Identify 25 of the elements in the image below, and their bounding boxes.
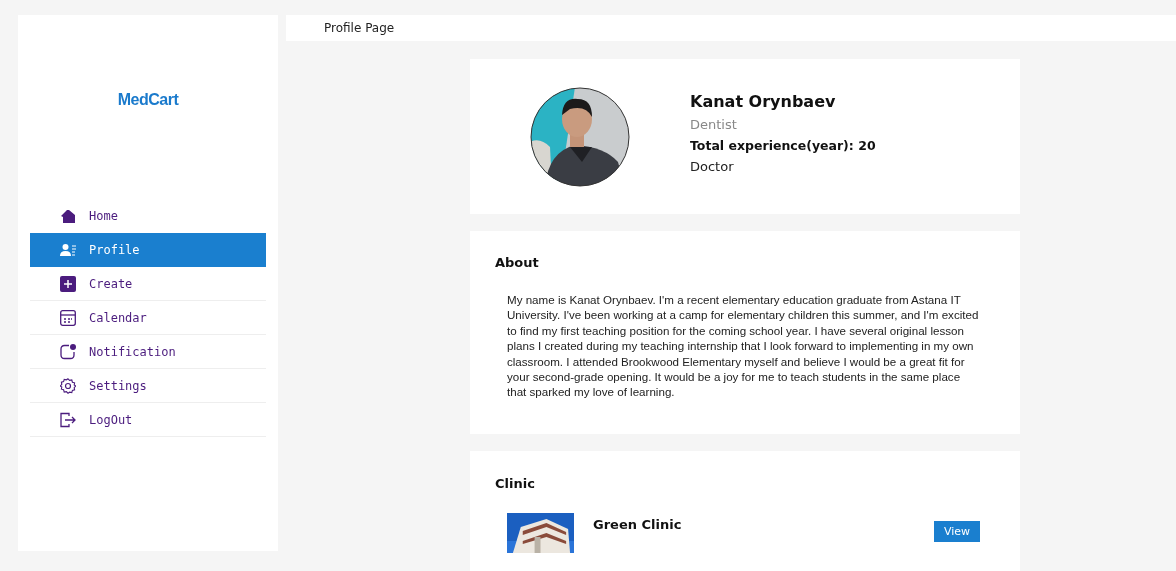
nav-item[interactable]: Settings — [30, 369, 266, 403]
add-icon — [60, 275, 76, 292]
page-title: Profile Page — [324, 21, 395, 35]
user-list-icon — [60, 242, 76, 258]
experience: Total experience(year): 20 — [690, 137, 876, 153]
role: Doctor — [690, 158, 735, 174]
section-title: Clinic — [495, 476, 536, 491]
nav-item[interactable]: LogOut — [30, 403, 266, 437]
settings-icon — [60, 377, 76, 394]
nav-item[interactable]: Calendar — [30, 301, 266, 335]
nav-item[interactable]: Notification — [30, 335, 266, 369]
specialty: Dentist — [690, 116, 738, 132]
doctor-name: Kanat Orynbaev — [690, 91, 837, 111]
section-title: About — [495, 255, 540, 270]
clinic-name: Green Clinic — [593, 517, 682, 532]
about-text: My name is Kanat Orynbaev. I'm a recent elementary education graduate from Astana IT University. I've been working at a camp for elementary children this summer, and I'm excited to find my first teaching position for the coming school year. I have several original lesson plans I created during my teaching internship that I look forward to implementing in my own classroom. I attended Brookwood Elementary myself and believe I would be a great fit for your second-grade opening. It would be a joy for me to teach students in the same place that sparked my love of learning. — [507, 292, 980, 400]
home-icon — [60, 208, 76, 224]
calendar-icon — [60, 309, 76, 326]
view-button[interactable]: View — [933, 521, 980, 542]
app-logo: MedCart — [117, 91, 179, 109]
logout-icon — [60, 411, 76, 428]
nav-item[interactable]: Home — [30, 199, 266, 233]
nav-item[interactable]: Create — [30, 267, 266, 301]
notification-icon — [60, 343, 76, 360]
nav-item[interactable]: Profile — [30, 233, 266, 267]
